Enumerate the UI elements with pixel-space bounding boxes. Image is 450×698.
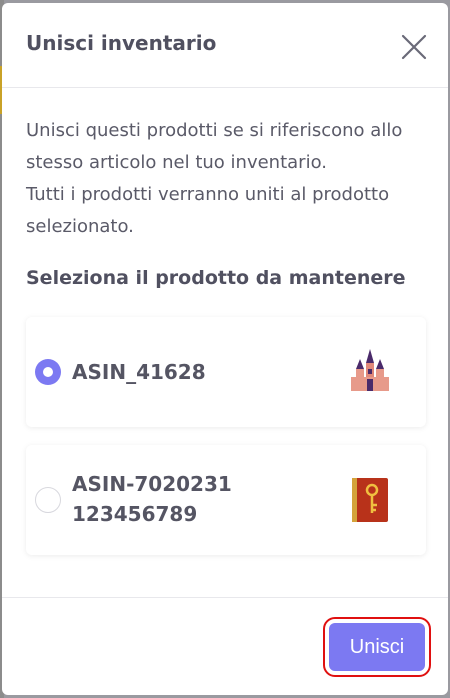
merge-inventory-modal: Unisci inventario Unisci questi prodotti… — [2, 3, 448, 695]
radio-unselected[interactable] — [35, 487, 61, 513]
product-option-label: ASIN_41628 — [72, 360, 206, 384]
close-button[interactable] — [398, 31, 430, 63]
product-option-label: ASIN-7020231123456789 — [72, 472, 232, 526]
merge-button[interactable]: Unisci — [323, 617, 431, 677]
section-label: Seleziona il prodotto da mantenere — [26, 267, 406, 289]
description-line: selezionato. — [26, 216, 134, 237]
close-icon — [401, 34, 427, 60]
product-option-1[interactable]: ASIN_41628 — [26, 317, 426, 427]
description-line: stesso articolo nel tuo inventario. — [26, 152, 327, 173]
product-option-2[interactable]: ASIN-7020231123456789 — [26, 445, 426, 555]
modal-header: Unisci inventario — [2, 3, 448, 88]
modal-title: Unisci inventario — [26, 31, 217, 55]
castle-icon — [351, 349, 389, 391]
radio-selected[interactable] — [35, 359, 61, 385]
description: Unisci questi prodotti se si riferiscono… — [26, 115, 426, 243]
description-line: Unisci questi prodotti se si riferiscono… — [26, 120, 403, 141]
modal-footer: Unisci — [2, 597, 448, 696]
description-line: Tutti i prodotti verranno uniti al prodo… — [26, 184, 390, 205]
book-key-icon — [352, 478, 388, 522]
